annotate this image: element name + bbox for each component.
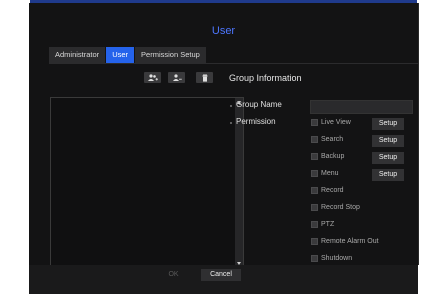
tab-permission-setup[interactable]: Permission Setup (135, 47, 206, 63)
menu-checkbox[interactable] (311, 170, 318, 177)
tab-bar: Administrator User Permission Setup (49, 47, 207, 63)
tab-divider (49, 63, 418, 64)
search-label: Search (321, 136, 344, 143)
record-stop-checkbox[interactable] (311, 204, 318, 211)
dialog-footer: OK Cancel (29, 265, 418, 294)
add-group-button[interactable] (144, 72, 161, 83)
ok-button[interactable]: OK (159, 269, 188, 281)
ptz-label: PTZ (321, 221, 335, 228)
record-label: Record (321, 187, 344, 194)
backup-label: Backup (321, 153, 345, 160)
search-setup-button[interactable]: Setup (372, 135, 404, 147)
trash-icon (201, 74, 208, 82)
backup-setup-button[interactable]: Setup (372, 152, 404, 164)
search-checkbox[interactable] (311, 136, 318, 143)
bullet-icon (230, 122, 232, 124)
delete-button[interactable] (196, 72, 213, 83)
remove-group-button[interactable] (168, 72, 185, 83)
live-view-label: Live View (321, 119, 351, 126)
add-group-icon (147, 73, 158, 81)
user-dialog: User Administrator User Permission Setup… (29, 3, 419, 269)
group-name-input[interactable] (310, 100, 413, 114)
remote-alarm-out-checkbox[interactable] (311, 238, 318, 245)
permission-label: Permission (236, 117, 276, 126)
live-view-checkbox[interactable] (311, 119, 318, 126)
dialog-title: User (211, 25, 236, 37)
group-list[interactable] (50, 97, 244, 269)
group-name-label: Group Name (236, 100, 282, 109)
ptz-checkbox[interactable] (311, 221, 318, 228)
bullet-icon (230, 105, 232, 107)
shutdown-label: Shutdown (321, 255, 353, 262)
remove-group-icon (172, 73, 182, 81)
tab-user[interactable]: User (106, 47, 135, 63)
record-checkbox[interactable] (311, 187, 318, 194)
group-information-title: Group Information (229, 73, 302, 83)
shutdown-checkbox[interactable] (311, 255, 318, 262)
record-stop-label: Record Stop (321, 204, 360, 211)
backup-checkbox[interactable] (311, 153, 318, 160)
menu-label: Menu (321, 170, 339, 177)
remote-alarm-out-label: Remote Alarm Out (321, 238, 379, 245)
live-view-setup-button[interactable]: Setup (372, 118, 404, 130)
tab-administrator[interactable]: Administrator (49, 47, 106, 63)
menu-setup-button[interactable]: Setup (372, 169, 404, 181)
cancel-button[interactable]: Cancel (201, 269, 241, 281)
